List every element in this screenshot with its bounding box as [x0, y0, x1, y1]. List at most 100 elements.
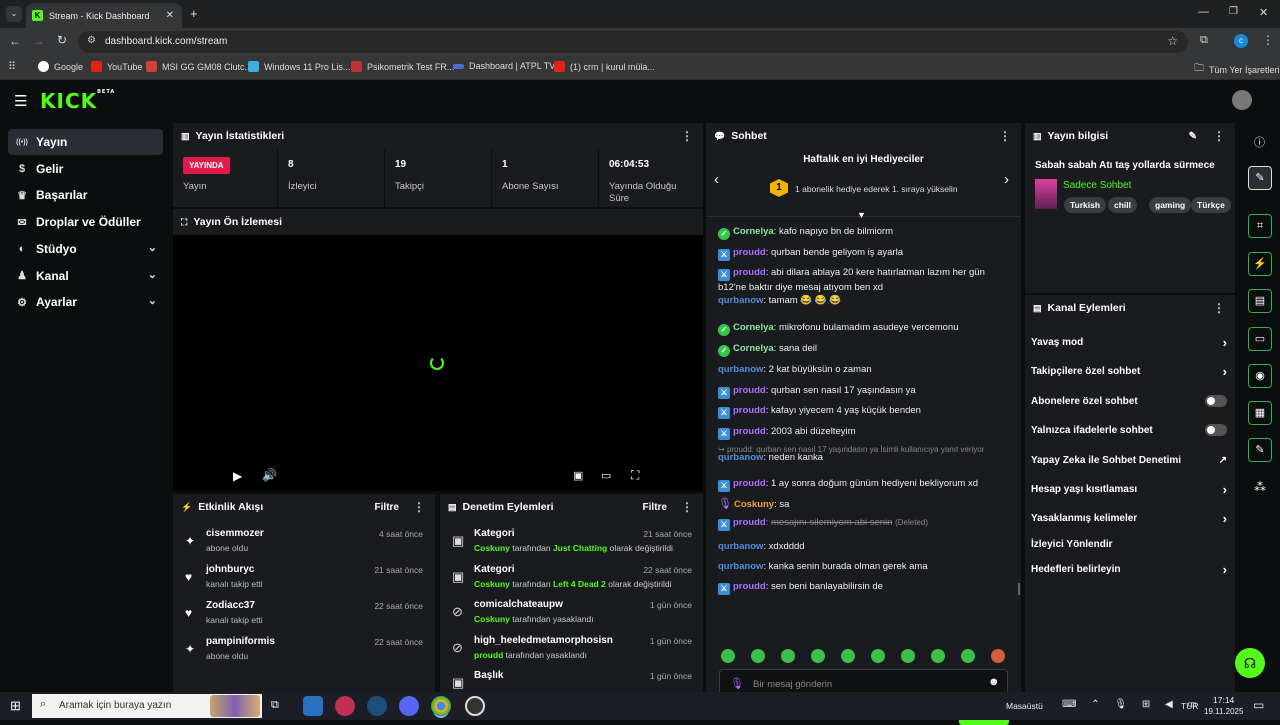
- user-avatar[interactable]: [1232, 90, 1252, 110]
- activity-user[interactable]: pampiniformis: [206, 636, 275, 647]
- emote-icon[interactable]: [721, 649, 735, 663]
- chat-username[interactable]: qurbanow: [718, 295, 763, 306]
- moderation-title[interactable]: Kategori: [474, 564, 515, 575]
- url-field[interactable]: ⚙ dashboard.kick.com/stream ☆: [78, 31, 1188, 53]
- taskbar-search[interactable]: ⌕ Aramak için buraya yazın: [32, 694, 262, 718]
- pip-icon[interactable]: ▣: [573, 469, 583, 482]
- channel-action-item[interactable]: Hedefleri belirleyin ›: [1031, 557, 1227, 581]
- chat-scrollbar[interactable]: [1018, 583, 1020, 595]
- emote-icon[interactable]: [961, 649, 975, 663]
- notifications-icon[interactable]: ▭: [1253, 698, 1264, 712]
- maximize-icon[interactable]: ❐: [1229, 6, 1238, 17]
- window-close-icon[interactable]: ✕: [1259, 6, 1268, 19]
- volume-icon[interactable]: 🔊: [262, 468, 277, 482]
- theater-icon[interactable]: ▭: [601, 469, 611, 482]
- activity-user[interactable]: Zodiacc37: [206, 600, 255, 611]
- chat-username[interactable]: qurbanow: [718, 541, 763, 552]
- emote-icon[interactable]: [811, 649, 825, 663]
- apps-icon[interactable]: ⠿: [8, 60, 16, 73]
- extensions-icon[interactable]: ⧉: [1200, 34, 1208, 47]
- bookmark-youtube[interactable]: YouTube: [91, 61, 142, 72]
- channel-action-item[interactable]: Abonelere özel sohbet: [1031, 389, 1227, 413]
- gifters-next-icon[interactable]: ›: [1004, 171, 1009, 188]
- rail-broadcast-button[interactable]: ◉: [1248, 364, 1272, 388]
- tab-list-button[interactable]: ⌄: [6, 6, 22, 22]
- activity-menu-icon[interactable]: ⋮: [413, 500, 425, 514]
- sidebar-item-0[interactable]: ((•)) Yayın: [8, 129, 163, 155]
- play-icon[interactable]: ▶: [233, 469, 242, 483]
- edit-icon[interactable]: ✎: [1189, 131, 1197, 142]
- channel-action-item[interactable]: Yasaklanmış kelimeler ›: [1031, 506, 1227, 530]
- emoji-icon[interactable]: ☻: [988, 676, 1000, 688]
- chat-username[interactable]: proudd: [733, 581, 766, 592]
- chat-username[interactable]: qurbanow: [718, 561, 763, 572]
- pin-icon[interactable]: ▼: [857, 210, 866, 220]
- channel-action-item[interactable]: Takipçilere özel sohbet ›: [1031, 359, 1227, 383]
- rail-more-icon[interactable]: ⁂: [1254, 480, 1266, 494]
- start-icon[interactable]: ⊞: [10, 698, 21, 714]
- sidebar-item-3[interactable]: ✉ Droplar ve Ödüller: [8, 209, 163, 235]
- emote-icon[interactable]: [901, 649, 915, 663]
- help-icon[interactable]: ⓘ: [1254, 134, 1265, 150]
- language-indicator[interactable]: TUR: [1181, 701, 1198, 711]
- emote-icon[interactable]: [871, 649, 885, 663]
- bookmark-star-icon[interactable]: ☆: [1167, 34, 1178, 48]
- chat-username[interactable]: Cornelya: [733, 343, 774, 354]
- forward-icon[interactable]: →: [33, 34, 45, 48]
- rail-tools-button[interactable]: ✎: [1248, 438, 1272, 462]
- activity-user[interactable]: cisemmozer: [206, 528, 264, 539]
- fullscreen-icon[interactable]: ⛶: [631, 468, 639, 483]
- sidebar-item-1[interactable]: $ Gelir: [8, 156, 163, 182]
- sidebar-item-2[interactable]: ♛ Başarılar: [8, 182, 163, 208]
- profile-avatar[interactable]: c: [1234, 34, 1248, 48]
- bookmark-google[interactable]: Google: [38, 61, 83, 72]
- channel-action-item[interactable]: Yalnızca ifadelerle sohbet: [1031, 418, 1227, 442]
- back-icon[interactable]: ←: [9, 34, 21, 48]
- channel-action-item[interactable]: Yavaş mod ›: [1031, 330, 1227, 354]
- minimize-icon[interactable]: —: [1198, 6, 1209, 18]
- bookmark-msi[interactable]: MSI GG GM08 Clutc...: [146, 61, 252, 72]
- steam-icon[interactable]: [367, 696, 387, 716]
- clock-date[interactable]: 19.11.2025: [1204, 707, 1243, 716]
- site-info-icon[interactable]: ⚙: [87, 35, 96, 46]
- tag-chip[interactable]: gaming: [1149, 197, 1192, 213]
- mic-icon[interactable]: 🎙: [730, 677, 744, 690]
- tab-close-icon[interactable]: ✕: [166, 10, 174, 21]
- tag-chip[interactable]: Turkish: [1064, 197, 1107, 213]
- moderation-title[interactable]: Kategori: [474, 528, 515, 539]
- browser-tab[interactable]: K Stream - Kick Dashboard ✕: [26, 3, 182, 28]
- channel-action-item[interactable]: Hesap yaşı kısıtlaması ›: [1031, 477, 1227, 501]
- chat-username[interactable]: proudd: [733, 426, 766, 437]
- gifters-prev-icon[interactable]: ‹: [714, 171, 719, 188]
- moderation-title[interactable]: high_heeledmetamorphosisn: [474, 635, 613, 646]
- rail-crop-button[interactable]: ⌗: [1248, 214, 1272, 238]
- kick-logo[interactable]: KICKBETA: [40, 89, 115, 113]
- stats-menu-icon[interactable]: ⋮: [681, 129, 693, 143]
- desktop-label[interactable]: Masaüstü: [1006, 701, 1043, 711]
- channel-action-item[interactable]: Yapay Zeka ile Sohbet Denetimi ↗: [1031, 448, 1227, 472]
- moderation-filter-button[interactable]: Filtre: [643, 502, 667, 513]
- bookmark-atpl[interactable]: Dashboard | ATPL TV: [453, 61, 555, 71]
- menu-icon[interactable]: ⋮: [1262, 33, 1274, 47]
- tag-chip[interactable]: chill: [1108, 197, 1138, 213]
- emote-icon[interactable]: [841, 649, 855, 663]
- channel-actions-menu-icon[interactable]: ⋮: [1213, 301, 1225, 315]
- category-name[interactable]: Sadece Sohbet: [1063, 180, 1131, 191]
- rail-layout-button[interactable]: ▦: [1248, 401, 1272, 425]
- bookmark-windows[interactable]: Windows 11 Pro Lis...: [248, 61, 350, 72]
- moderation-title[interactable]: comicalchateaupw: [474, 599, 563, 610]
- emote-icon[interactable]: [751, 649, 765, 663]
- game-app-icon[interactable]: [335, 696, 355, 716]
- bookmark-crm[interactable]: (1) crm | kurul müla...: [554, 61, 655, 72]
- tag-chip[interactable]: Türkçe: [1191, 197, 1231, 213]
- all-bookmarks[interactable]: 🗀 Tüm Yer İşaretleri: [1194, 61, 1280, 78]
- channel-action-item[interactable]: İzleyici Yönlendir: [1031, 532, 1227, 556]
- rail-chat-button[interactable]: ▭: [1248, 327, 1272, 351]
- chat-username[interactable]: proudd: [733, 385, 766, 396]
- emote-icon[interactable]: [931, 649, 945, 663]
- chat-username[interactable]: qurbanow: [718, 364, 763, 375]
- chat-username[interactable]: Cornelya: [733, 226, 774, 237]
- info-menu-icon[interactable]: ⋮: [1213, 129, 1225, 143]
- chat-username[interactable]: proudd: [733, 267, 766, 278]
- chat-username[interactable]: proudd: [733, 247, 766, 258]
